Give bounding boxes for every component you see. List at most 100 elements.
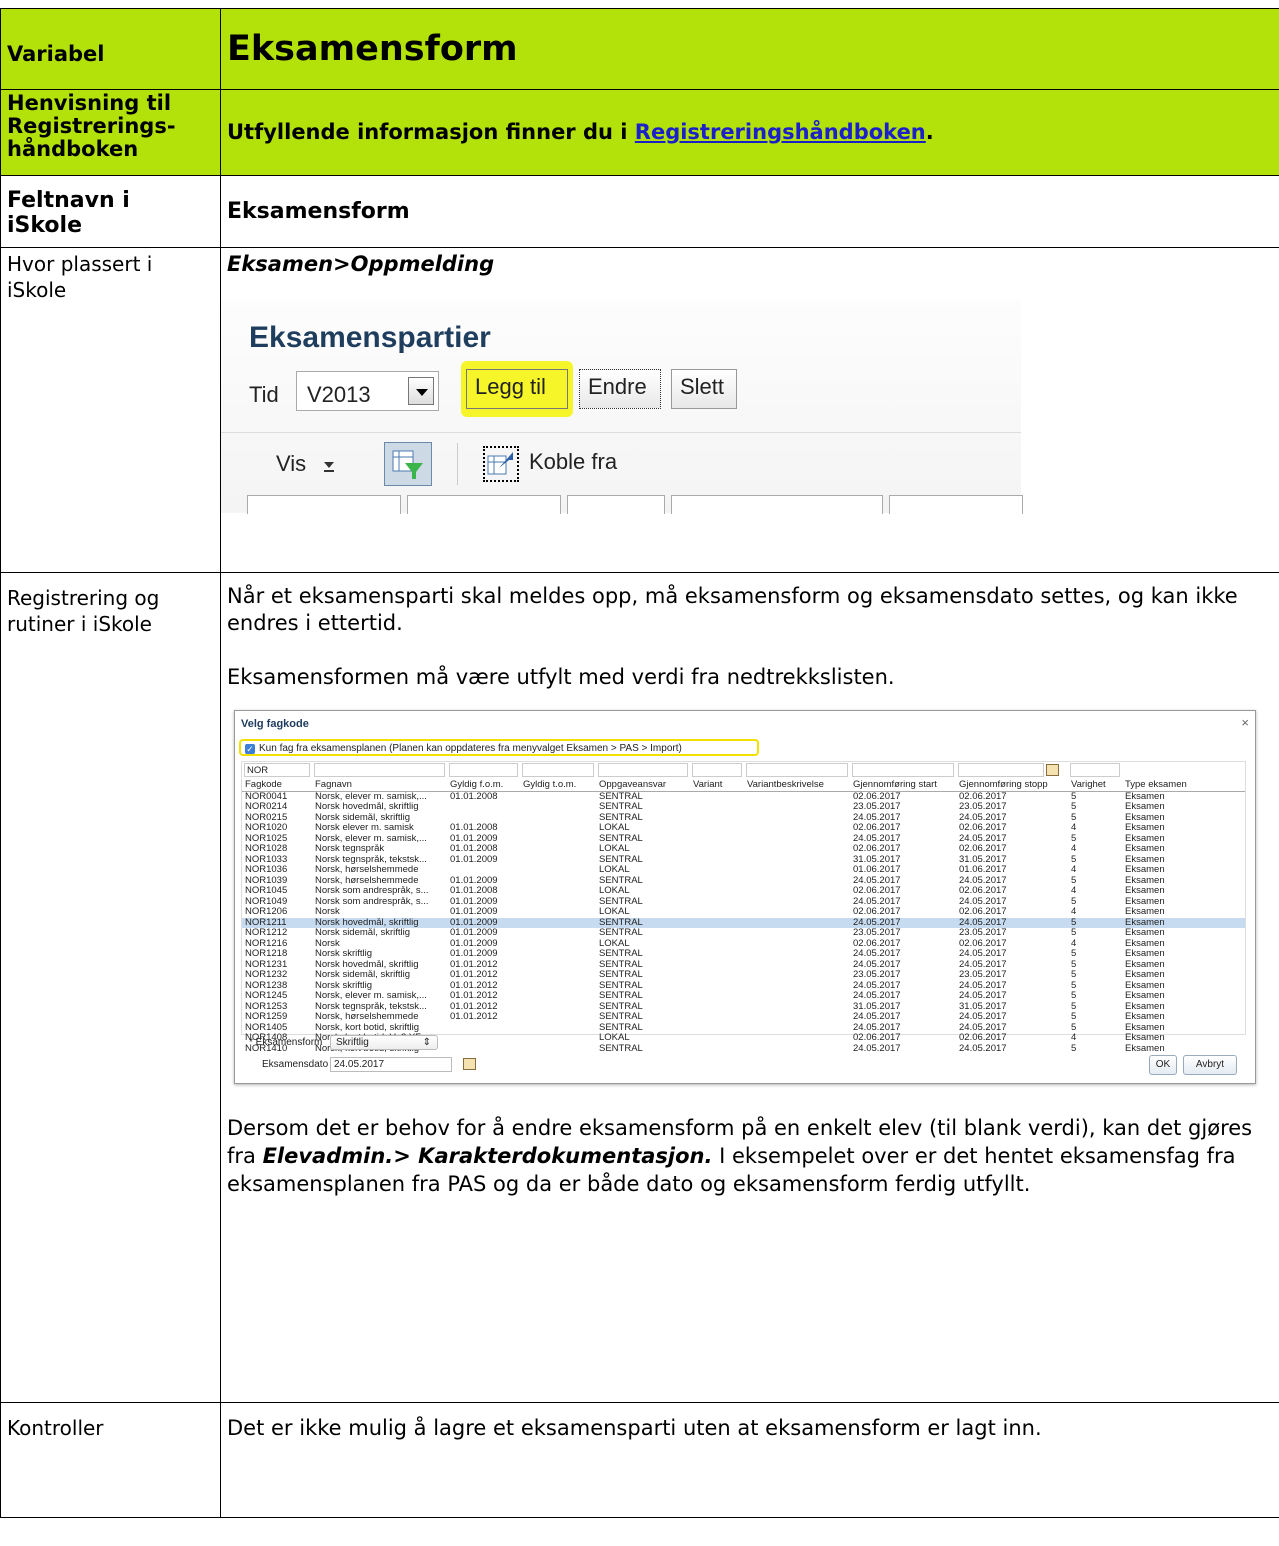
table-row[interactable]: NOR1259 Norsk, hørselshemmede 01.01.2012 SE… [242, 1012, 1245, 1023]
table-row[interactable]: NOR1245 Norsk, elever m. samisk,... 01.01.… [242, 991, 1245, 1002]
variantbeskrivelse-filter[interactable] [746, 763, 848, 777]
table-cell: 24.05.2017 [853, 812, 901, 823]
fagnavn-filter[interactable] [314, 763, 445, 777]
close-icon[interactable]: × [1241, 715, 1249, 730]
table-row[interactable]: NOR1033 Norsk tegnspråk, tekstsk... 01.01.… [242, 855, 1245, 866]
eksamensform-select[interactable]: Skriftlig ⇕ [330, 1035, 438, 1050]
table-cell [520, 970, 596, 981]
checkbox-kun-fag[interactable]: ✓ [245, 744, 255, 754]
table-cell: SENTRAL [599, 1043, 643, 1054]
table-row[interactable]: NOR1405 Norsk, kort botid, skriftlig SENTR… [242, 1023, 1245, 1034]
table-cell: SENTRAL [599, 1001, 643, 1012]
plassering-label-cell: Hvor plassert i iSkole [0, 247, 221, 573]
table-cell: NOR1405 [245, 1022, 288, 1033]
table-cell [520, 876, 596, 887]
table-cell: Norsk, elever m. samisk,... [315, 791, 427, 802]
filter-icon[interactable] [384, 442, 432, 486]
handbook-link[interactable]: Registreringshåndboken [635, 120, 926, 144]
tid-select[interactable]: V2013 [296, 371, 439, 411]
table-row[interactable]: NOR1232 Norsk sidemål, skriftlig 01.01.201… [242, 970, 1245, 981]
fagkode-filter[interactable]: NOR [244, 763, 310, 777]
endre-button[interactable]: Endre [579, 369, 661, 409]
table-row[interactable]: NOR1206 Norsk 01.01.2009 LOKAL 02.06.2017 02.… [242, 907, 1245, 918]
column-header[interactable]: Varighet [1068, 780, 1122, 792]
table-cell: 24.05.2017 [853, 1043, 901, 1054]
column-header[interactable]: Gjennomføring stopp [956, 780, 1068, 792]
table-row[interactable]: NOR1212 Norsk sidemål, skriftlig 01.01.200… [242, 928, 1245, 939]
calendar-icon[interactable] [463, 1058, 476, 1070]
table-cell: Eksamen [1125, 1043, 1165, 1054]
table-row[interactable]: NOR1039 Norsk, hørselshemmede 01.01.2009 SE… [242, 876, 1245, 887]
gyldig-fom-filter[interactable] [449, 763, 518, 777]
column-header[interactable]: Gyldig f.o.m. [447, 780, 520, 792]
stopp-filter[interactable] [958, 763, 1060, 777]
column-header[interactable]: Gyldig t.o.m. [520, 780, 596, 792]
koble-fra-button[interactable]: Koble fra [529, 449, 617, 475]
table-cell [690, 844, 744, 855]
grid-header-cell [889, 495, 1023, 514]
table-row[interactable]: NOR1020 Norsk elever m. samisk 01.01.2008 L… [242, 823, 1245, 834]
table-row[interactable]: NOR1211 Norsk hovedmål, skriftlig 01.01.20… [242, 917, 1245, 928]
table-cell: Eksamen [1125, 802, 1165, 812]
table-row[interactable]: NOR0214 Norsk hovedmål, skriftlig SENTRAL 2… [242, 802, 1245, 813]
table-row[interactable]: NOR1045 Norsk som andrespråk, s... 01.01.2… [242, 886, 1245, 897]
ok-button[interactable]: OK [1149, 1055, 1177, 1075]
column-header[interactable]: Variant [690, 780, 744, 792]
table-row[interactable]: NOR1049 Norsk som andrespråk, s... 01.01.2… [242, 897, 1245, 908]
table-cell [744, 991, 850, 1002]
table-row[interactable]: NOR1238 Norsk skriftlig 01.01.2012 SENTRAL 2… [242, 981, 1245, 992]
table-cell: Norsk tegnspråk, tekstsk... [315, 854, 427, 865]
table-cell [744, 1023, 850, 1034]
table-cell: 5 [1071, 896, 1077, 907]
table-row[interactable]: NOR0041 Norsk, elever m. samisk,... 01.01.… [242, 791, 1245, 802]
table-row[interactable]: NOR1216 Norsk 01.01.2009 LOKAL 02.06.2017 02.… [242, 939, 1245, 950]
calendar-icon[interactable] [1046, 764, 1060, 776]
table-cell [744, 907, 850, 918]
table-cell: NOR0214 [245, 802, 288, 812]
table-cell [520, 1002, 596, 1013]
table-row[interactable]: NOR1231 Norsk hovedmål, skriftlig 01.01.20… [242, 960, 1245, 971]
column-header[interactable]: Gjennomføring start [850, 780, 956, 792]
start-filter[interactable] [852, 763, 954, 777]
vis-menu[interactable]: Vis [276, 451, 306, 477]
column-header[interactable]: Oppgaveansvar [596, 780, 690, 792]
table-cell [447, 1033, 520, 1044]
slett-button[interactable]: Slett [671, 369, 737, 409]
column-header[interactable]: Type eksamen [1122, 780, 1245, 792]
column-header[interactable]: Fagkode [242, 780, 312, 792]
table-cell [447, 865, 520, 876]
column-header[interactable]: Fagnavn [312, 780, 447, 792]
table-cell: LOKAL [599, 907, 630, 917]
table-row[interactable]: NOR1025 Norsk, elever m. samisk,... 01.01.… [242, 834, 1245, 845]
table-cell: NOR1259 [245, 1012, 288, 1022]
table-cell: LOKAL [599, 886, 630, 896]
table-cell [690, 834, 744, 845]
table-cell: 02.06.2017 [959, 886, 1007, 896]
table-row[interactable]: NOR1028 Norsk tegnspråk 01.01.2008 LOKAL 02.… [242, 844, 1245, 855]
table-cell [744, 823, 850, 834]
table-row[interactable]: NOR1036 Norsk, hørselshemmede LOKAL 01.06.2… [242, 865, 1245, 876]
table-cell: NOR1039 [245, 875, 288, 886]
varighet-filter[interactable] [1070, 763, 1120, 777]
table-cell: 02.06.2017 [853, 907, 901, 917]
table-row[interactable]: NOR1218 Norsk skriftlig 01.01.2009 SENTRAL 2… [242, 949, 1245, 960]
fagkode-table: NOR Fagkode Fagnavn Gyldig f.o.m. Gyldig… [242, 762, 1245, 1054]
eksamensdato-input[interactable]: 24.05.2017 [330, 1057, 452, 1072]
henvisning-text-after: . [925, 120, 934, 144]
table-cell: 5 [1071, 980, 1077, 991]
table-row[interactable]: NOR1253 Norsk tegnspråk, tekstsk... 01.01.… [242, 1002, 1245, 1013]
grid-header-cell [247, 495, 401, 514]
detach-icon[interactable] [483, 446, 519, 482]
gyldig-tom-filter[interactable] [522, 763, 594, 777]
table-cell [744, 855, 850, 866]
column-header[interactable]: Variantbeskrivelse [744, 780, 850, 792]
legg-til-button[interactable]: Legg til [466, 369, 568, 409]
avbryt-button[interactable]: Avbryt [1183, 1055, 1237, 1075]
variant-filter[interactable] [692, 763, 742, 777]
table-cell: NOR0215 [245, 812, 288, 823]
oppgaveansvar-filter[interactable] [598, 763, 688, 777]
table-cell [690, 876, 744, 887]
table-cell: 24.05.2017 [959, 980, 1007, 991]
table-row[interactable]: NOR0215 Norsk sidemål, skriftlig SENTRAL 24… [242, 813, 1245, 824]
chevron-down-icon[interactable] [408, 377, 434, 405]
